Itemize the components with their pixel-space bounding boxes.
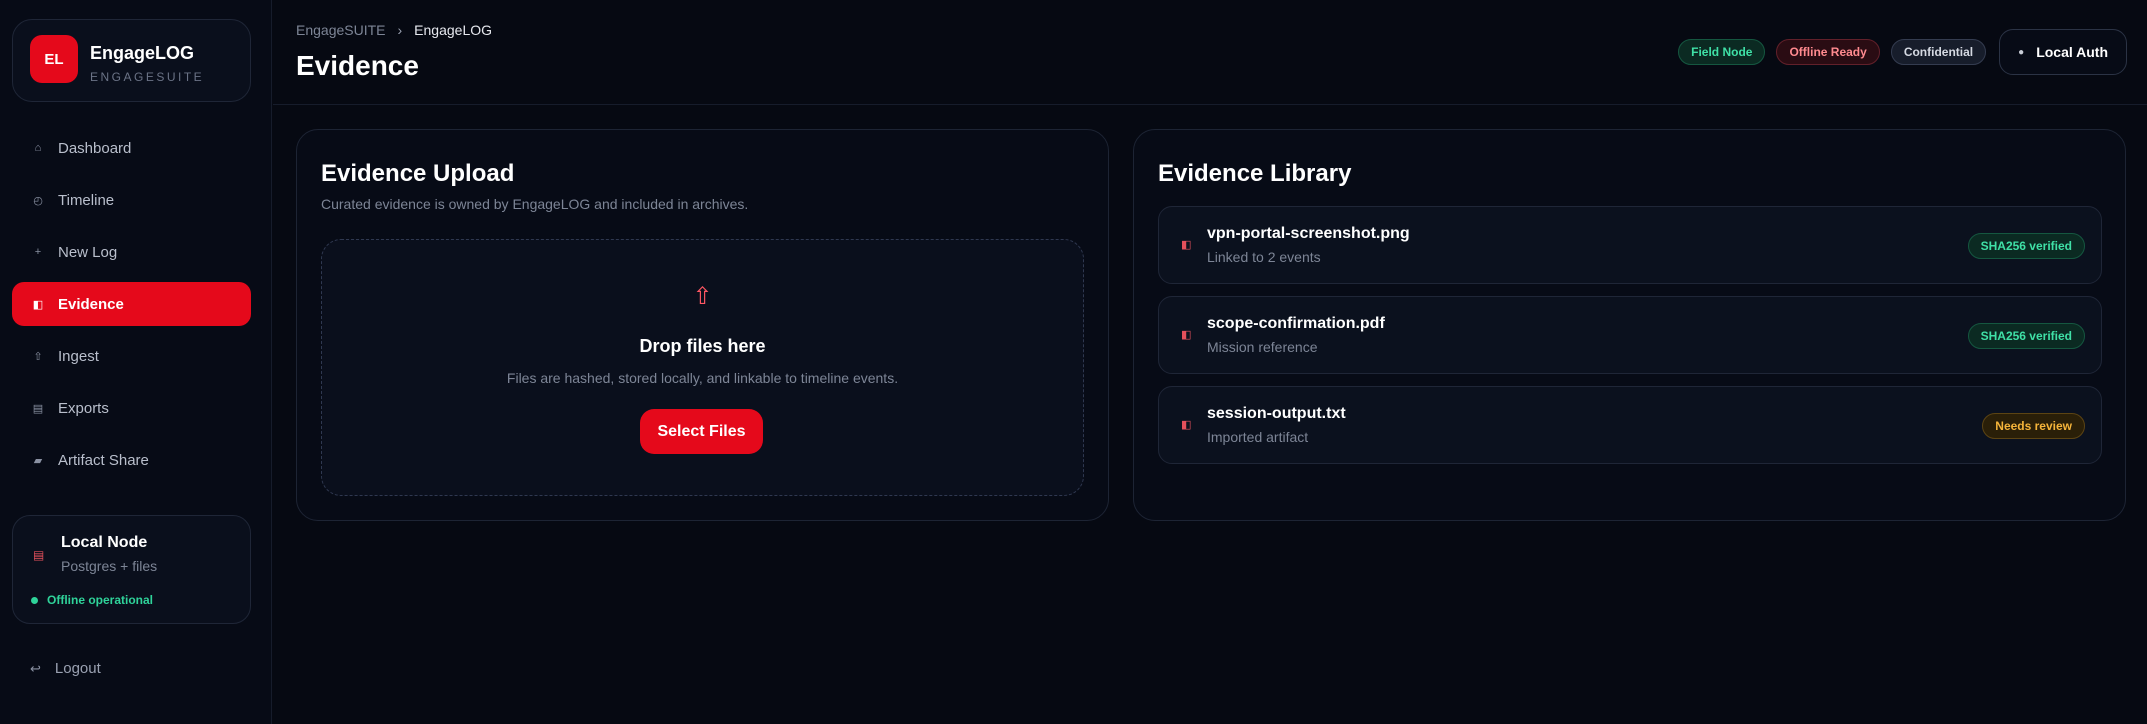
node-title: Local Node xyxy=(61,534,148,551)
status-badge-offline-ready: Offline Ready xyxy=(1776,39,1880,65)
file-name: session-output.txt xyxy=(1207,405,1346,422)
file-subtitle: Mission reference xyxy=(1207,339,1318,355)
brand-subtitle: ENGAGESUITE xyxy=(90,70,205,84)
evidence-upload-panel: Evidence Upload Curated evidence is owne… xyxy=(296,129,1109,521)
breadcrumb: EngageSUITE › EngageLOG xyxy=(296,22,492,38)
sidebar-item-label: Exports xyxy=(58,399,109,417)
node-status-label: Offline operational xyxy=(47,593,154,607)
sidebar-item-label: Ingest xyxy=(58,347,99,365)
page-header: EngageSUITE › EngageLOG Evidence Field N… xyxy=(273,0,2147,105)
status-badge-confidential: Confidential xyxy=(1890,39,1987,65)
sidebar-item-label: Artifact Share xyxy=(58,451,149,469)
status-badge: SHA256 verified xyxy=(1967,323,2085,349)
file-icon: ◧ xyxy=(1181,239,1192,251)
file-subtitle: Linked to 2 events xyxy=(1207,249,1321,265)
sidebar-item-ingest[interactable]: ⇧ Ingest xyxy=(12,334,251,378)
list-item[interactable]: ◧ session-output.txt Imported artifact N… xyxy=(1158,386,2102,464)
node-subtitle: Postgres + files xyxy=(61,558,158,574)
evidence-library-panel: Evidence Library ◧ vpn-portal-screenshot… xyxy=(1133,129,2126,521)
panel-title: Evidence Library xyxy=(1158,160,1352,187)
list-item[interactable]: ◧ scope-confirmation.pdf Mission referen… xyxy=(1158,296,2102,374)
sidebar-item-dashboard[interactable]: ⌂ Dashboard xyxy=(12,126,251,170)
share-icon: ▰ xyxy=(33,454,43,467)
home-icon: ⌂ xyxy=(34,142,42,154)
sidebar-item-new-log[interactable]: + New Log xyxy=(12,230,251,274)
brand-card[interactable]: EL EngageLOG ENGAGESUITE xyxy=(12,19,251,102)
dropzone-subtitle: Files are hashed, stored locally, and li… xyxy=(506,370,899,386)
database-icon: ▤ xyxy=(33,548,45,562)
plus-icon: + xyxy=(34,246,42,258)
node-status: Offline operational xyxy=(31,593,153,607)
sidebar-item-label: Dashboard xyxy=(58,139,132,157)
file-icon: ◧ xyxy=(1181,329,1192,341)
panel-subtitle: Curated evidence is owned by EngageLOG a… xyxy=(321,196,749,212)
file-icon: ◧ xyxy=(1181,419,1192,431)
status-dot-icon xyxy=(31,596,38,604)
panel-title: Evidence Upload xyxy=(321,160,515,187)
user-icon: ● xyxy=(2018,46,2025,58)
sidebar-item-label: Timeline xyxy=(58,191,115,209)
select-files-button[interactable]: Select Files xyxy=(640,409,763,454)
logout-button[interactable]: ↩ Logout xyxy=(30,660,101,677)
file-subtitle: Imported artifact xyxy=(1207,429,1309,445)
clock-icon: ◴ xyxy=(33,194,43,207)
evidence-icon: ◧ xyxy=(32,298,44,311)
sidebar-item-label: New Log xyxy=(58,243,118,261)
header-badges: Field Node Offline Ready Confidential ● … xyxy=(1678,29,2127,75)
sidebar: EL EngageLOG ENGAGESUITE ⌂ Dashboard ◴ T… xyxy=(0,0,272,724)
local-auth-button[interactable]: ● Local Auth xyxy=(1999,29,2127,75)
upload-arrow-icon: ⇧ xyxy=(692,283,713,310)
logout-label: Logout xyxy=(54,660,101,677)
brand-name: EngageLOG xyxy=(90,43,195,63)
status-badge-field-node: Field Node xyxy=(1678,39,1766,65)
page-title: Evidence xyxy=(296,50,419,81)
sidebar-item-evidence[interactable]: ◧ Evidence xyxy=(12,282,251,326)
brand-logo: EL xyxy=(30,35,78,83)
list-item[interactable]: ◧ vpn-portal-screenshot.png Linked to 2 … xyxy=(1158,206,2102,284)
breadcrumb-separator: › xyxy=(397,22,403,38)
sidebar-item-timeline[interactable]: ◴ Timeline xyxy=(12,178,251,222)
dropzone-title: Drop files here xyxy=(639,336,766,356)
status-badge: SHA256 verified xyxy=(1967,233,2085,259)
upload-icon: ⇧ xyxy=(33,350,43,363)
file-name: vpn-portal-screenshot.png xyxy=(1207,225,1410,242)
export-icon: ▤ xyxy=(32,402,44,415)
sidebar-item-artifact-share[interactable]: ▰ Artifact Share xyxy=(12,438,251,482)
logout-icon: ↩ xyxy=(30,660,41,676)
status-badge: Needs review xyxy=(1982,413,2085,439)
breadcrumb-item-engagelog: EngageLOG xyxy=(414,22,493,38)
file-dropzone[interactable]: ⇧ Drop files here Files are hashed, stor… xyxy=(321,239,1084,496)
sidebar-item-label: Evidence xyxy=(58,295,124,313)
file-name: scope-confirmation.pdf xyxy=(1207,315,1385,332)
local-auth-label: Local Auth xyxy=(2036,44,2108,60)
breadcrumb-item-engagesuite[interactable]: EngageSUITE xyxy=(296,22,386,38)
sidebar-item-exports[interactable]: ▤ Exports xyxy=(12,386,251,430)
local-node-card: ▤ Local Node Postgres + files Offline op… xyxy=(12,515,251,624)
